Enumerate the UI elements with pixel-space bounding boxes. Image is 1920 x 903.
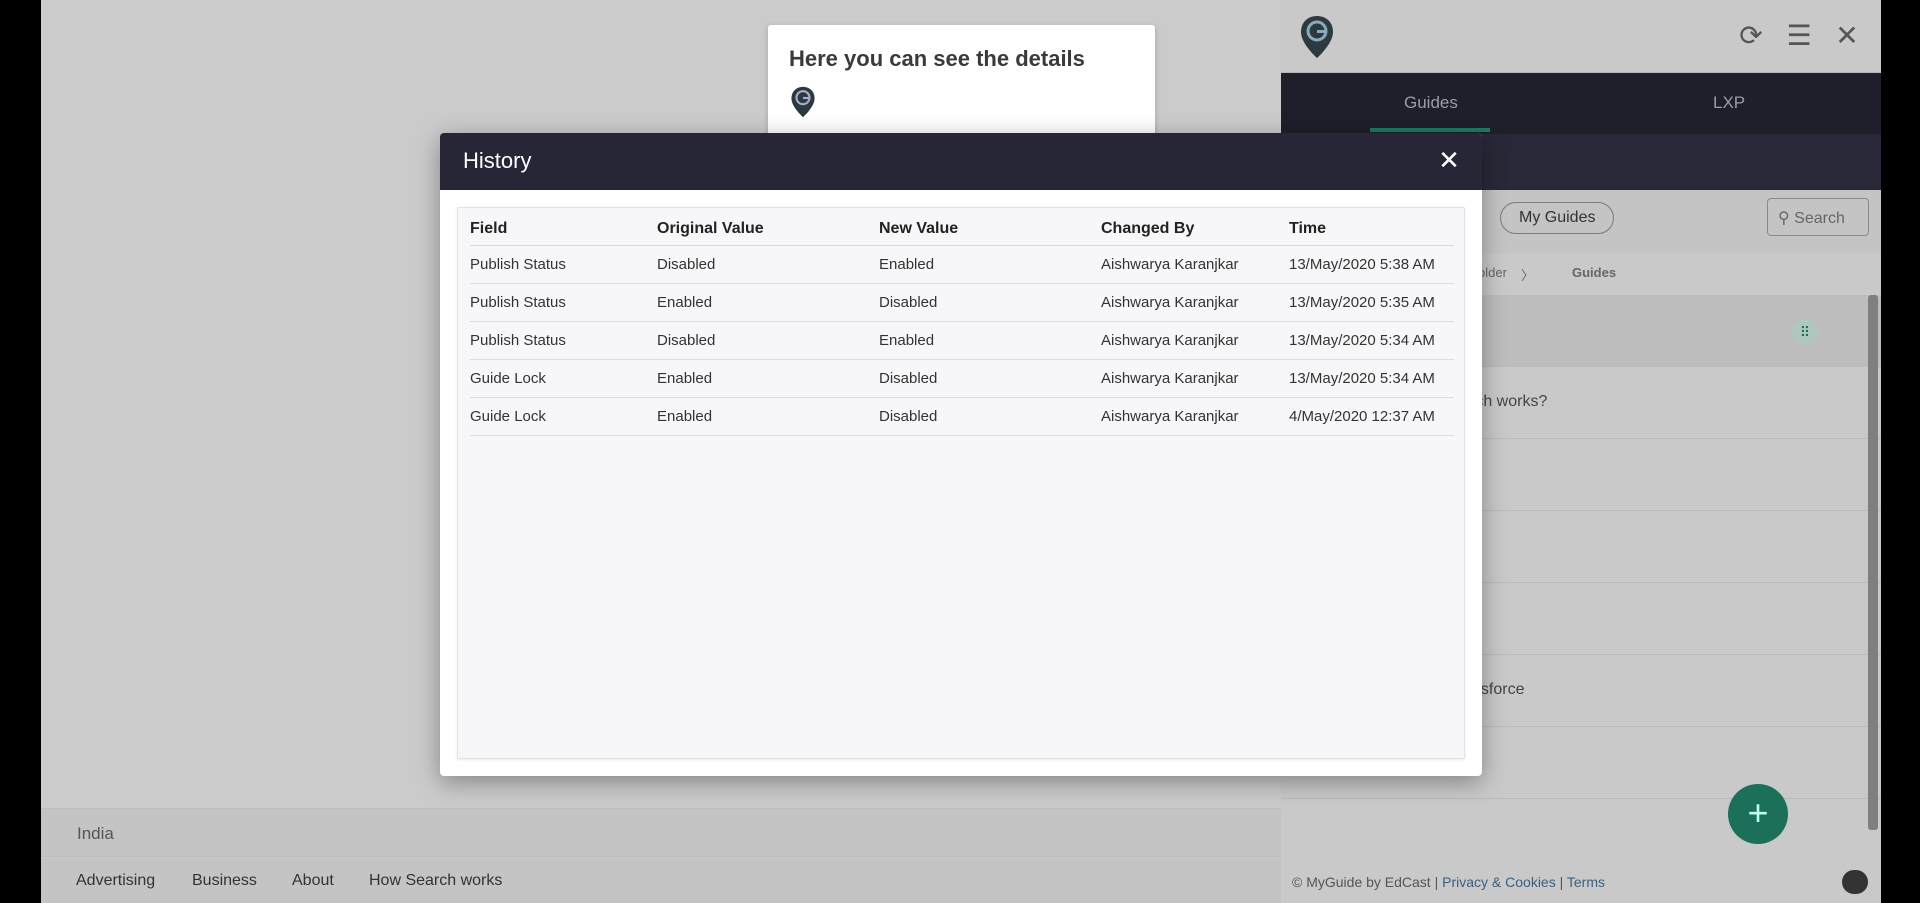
cell-time: 13/May/2020 5:35 AM — [1289, 283, 1454, 322]
my-guides-button[interactable]: My Guides — [1500, 202, 1615, 234]
table-row: Guide Lock Enabled Disabled Aishwarya Ka… — [470, 397, 1454, 436]
cell-changed-by: Aishwarya Karanjkar — [1101, 245, 1289, 284]
tooltip-title: Here you can see the details — [789, 46, 1085, 71]
cell-changed-by: Aishwarya Karanjkar — [1101, 397, 1289, 436]
tab-lxp[interactable]: LXP — [1713, 93, 1745, 113]
cell-original-value: Enabled — [657, 283, 879, 322]
panel-header: ⟳ ☰ ✕ — [1281, 0, 1881, 73]
footer-link-business[interactable]: Business — [192, 872, 257, 890]
active-tab-indicator — [1370, 128, 1490, 132]
cell-new-value: Enabled — [879, 321, 1101, 360]
cell-time: 13/May/2020 5:34 AM — [1289, 321, 1454, 360]
table-header-row: Field Original Value New Value Changed B… — [470, 208, 1454, 246]
cell-new-value: Disabled — [879, 359, 1101, 398]
cell-new-value: Enabled — [879, 245, 1101, 284]
tab-guides[interactable]: Guides — [1404, 93, 1458, 113]
table-row: Publish Status Enabled Disabled Aishwary… — [470, 283, 1454, 322]
panel-tabs: Guides LXP — [1281, 73, 1881, 134]
cell-field: Publish Status — [470, 245, 657, 284]
footer-separator: | — [1559, 874, 1564, 890]
close-icon[interactable]: ✕ — [1434, 145, 1464, 175]
history-table-container: Field Original Value New Value Changed B… — [457, 207, 1465, 759]
letterbox-left — [0, 0, 41, 903]
footer-country-bar: India — [41, 808, 1281, 857]
column-header-time: Time — [1289, 208, 1454, 246]
refresh-icon[interactable]: ⟳ — [1735, 20, 1767, 52]
table-row: Publish Status Disabled Enabled Aishwary… — [470, 245, 1454, 284]
add-button[interactable]: + — [1728, 784, 1788, 844]
search-button-label: Search — [1794, 210, 1845, 227]
drag-handle-icon[interactable]: ⠿ — [1792, 319, 1818, 345]
history-table: Field Original Value New Value Changed B… — [470, 208, 1454, 436]
column-header-original-value: Original Value — [657, 208, 879, 246]
search-button[interactable]: ⚲ Search — [1767, 198, 1869, 236]
panel-footer: © MyGuide by EdCast | Privacy & Cookies … — [1281, 862, 1881, 903]
cell-new-value: Disabled — [879, 283, 1101, 322]
table-row: Publish Status Disabled Enabled Aishwary… — [470, 321, 1454, 360]
cell-changed-by: Aishwarya Karanjkar — [1101, 359, 1289, 398]
cell-changed-by: Aishwarya Karanjkar — [1101, 321, 1289, 360]
column-header-new-value: New Value — [879, 208, 1101, 246]
search-icon: ⚲ — [1778, 210, 1790, 227]
cell-original-value: Disabled — [657, 321, 879, 360]
letterbox-right — [1881, 0, 1920, 903]
history-modal: History ✕ Field Original Value New Value… — [440, 133, 1482, 776]
cell-field: Publish Status — [470, 321, 657, 360]
modal-header: History ✕ — [440, 133, 1482, 190]
column-header-field: Field — [470, 208, 657, 246]
cell-new-value: Disabled — [879, 397, 1101, 436]
breadcrumb-folder[interactable]: older — [1478, 265, 1507, 280]
footer-link-how-search-works[interactable]: How Search works — [369, 872, 502, 890]
column-header-changed-by: Changed By — [1101, 208, 1289, 246]
cell-original-value: Enabled — [657, 397, 879, 436]
footer-link-about[interactable]: About — [292, 872, 334, 890]
cell-original-value: Disabled — [657, 245, 879, 284]
footer-country: India — [77, 824, 114, 843]
menu-icon[interactable]: ☰ — [1783, 20, 1815, 52]
cell-time: 13/May/2020 5:38 AM — [1289, 245, 1454, 284]
footer-copyright: © MyGuide by EdCast — [1292, 874, 1431, 890]
terms-link[interactable]: Terms — [1567, 874, 1605, 890]
breadcrumb-separator: 〉 — [1521, 268, 1535, 283]
close-icon[interactable]: ✕ — [1831, 20, 1863, 52]
myguide-logo-icon — [791, 86, 815, 118]
guide-tooltip: Here you can see the details — [768, 25, 1155, 135]
myguide-logo-icon — [1301, 16, 1333, 58]
cell-field: Publish Status — [470, 283, 657, 322]
cell-field: Guide Lock — [470, 359, 657, 398]
cell-field: Guide Lock — [470, 397, 657, 436]
cell-time: 4/May/2020 12:37 AM — [1289, 397, 1454, 436]
footer-separator: | — [1434, 874, 1439, 890]
privacy-link[interactable]: Privacy & Cookies — [1442, 874, 1556, 890]
panel-scrollbar[interactable] — [1868, 295, 1878, 830]
breadcrumb-current: Guides — [1572, 265, 1617, 280]
footer-links: Advertising Business About How Search wo… — [41, 858, 1281, 903]
table-row: Guide Lock Enabled Disabled Aishwarya Ka… — [470, 359, 1454, 398]
cell-changed-by: Aishwarya Karanjkar — [1101, 283, 1289, 322]
cell-original-value: Enabled — [657, 359, 879, 398]
chat-icon[interactable] — [1842, 870, 1868, 894]
screen: India Advertising Business About How Sea… — [0, 0, 1920, 903]
plus-icon: + — [1747, 792, 1769, 833]
footer-link-advertising[interactable]: Advertising — [76, 872, 155, 890]
modal-title: History — [463, 148, 532, 173]
cell-time: 13/May/2020 5:34 AM — [1289, 359, 1454, 398]
